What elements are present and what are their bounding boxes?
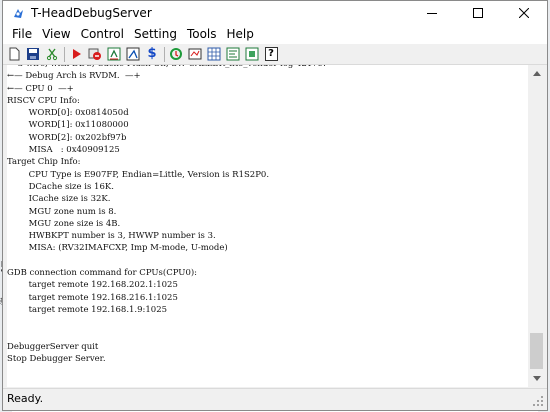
help-button[interactable]: ? (263, 46, 279, 62)
toggle-icon (188, 48, 202, 60)
scissors-icon (46, 48, 58, 61)
refresh-button[interactable] (168, 46, 184, 62)
new-file-icon (9, 47, 20, 61)
grid-button[interactable] (206, 46, 222, 62)
help-icon: ? (264, 47, 278, 61)
console-line: target remote 192.168.216.1:1025 (7, 292, 178, 303)
maximize-icon (473, 8, 483, 18)
menu-bar: File View Control Setting Tools Help (3, 25, 547, 44)
console-line: target remote 192.168.1.9:1025 (7, 304, 168, 315)
toolbar-separator (164, 46, 165, 62)
minimize-icon (427, 13, 437, 14)
console-line: target remote 192.168.202.1:1025 (7, 280, 178, 291)
console-line: WORD[2]: 0x202bf97b (7, 132, 127, 143)
console-line: Stop Debugger Server. (7, 354, 106, 365)
step-button[interactable] (106, 46, 122, 62)
console-line: DebuggerServer quit (7, 341, 99, 352)
close-icon (519, 8, 529, 18)
menu-file[interactable]: File (7, 25, 37, 44)
chip-icon (245, 47, 259, 61)
toggle-button[interactable] (187, 46, 203, 62)
menu-view[interactable]: View (37, 25, 75, 44)
download-icon (126, 47, 140, 61)
console-line: MGU zone size is 4B. (7, 218, 121, 229)
close-button[interactable] (501, 1, 547, 25)
scroll-down-button[interactable] (528, 370, 545, 387)
download-button[interactable] (125, 46, 141, 62)
resize-grip-icon[interactable] (533, 396, 544, 407)
console-line: ←— CPU 0 —+ (7, 83, 74, 94)
console-line: GDB connection command for CPUs(CPU0): (7, 268, 198, 279)
chevron-down-icon (532, 376, 541, 381)
cut-button[interactable] (44, 46, 60, 62)
console-line: CPU Type is E907FP, Endian=Little, Versi… (7, 169, 270, 180)
reset-icon (88, 48, 101, 60)
run-button[interactable] (68, 46, 84, 62)
trace-icon (226, 47, 240, 61)
app-window: T-HeadDebugServer File View Control Sett… (2, 0, 548, 411)
menu-control[interactable]: Control (76, 25, 129, 44)
minimize-button[interactable] (409, 1, 455, 25)
run-icon (73, 49, 81, 59)
console-line: MISA : 0x40909125 (7, 145, 120, 156)
menu-tools[interactable]: Tools (182, 25, 222, 44)
console-line: WORD[1]: 0x11080000 (7, 120, 129, 131)
console-line: WORD[0]: 0x0814050d (7, 108, 129, 119)
console-line: Target Chip Info: (7, 157, 81, 168)
scroll-up-button[interactable] (528, 65, 545, 82)
console-line: MISA: (RV32IMAFCXP, Imp M-mode, U-mode) (7, 243, 228, 254)
console-line: HWBKPT number is 3, HWWP number is 3. (7, 231, 216, 242)
status-text: Ready. (7, 392, 44, 405)
toolbar: $ ? (3, 44, 547, 65)
menu-setting[interactable]: Setting (129, 25, 182, 44)
console-line: ICache size is 32K. (7, 194, 111, 205)
toolbar-separator (64, 46, 65, 62)
scroll-thumb[interactable] (530, 333, 543, 369)
console-line: DCache size is 16K. (7, 181, 114, 192)
chip-button[interactable] (244, 46, 260, 62)
save-icon (27, 48, 39, 60)
dollar-icon: $ (147, 46, 157, 61)
chevron-up-icon (532, 71, 541, 76)
save-button[interactable] (25, 46, 41, 62)
app-icon (11, 6, 25, 20)
step-icon (107, 47, 121, 61)
window-title: T-HeadDebugServer (31, 6, 152, 20)
reset-button[interactable] (87, 46, 103, 62)
vertical-scrollbar[interactable] (528, 65, 545, 387)
title-bar[interactable]: T-HeadDebugServer (3, 1, 547, 25)
console-line: ←— Debug Arch is RVDM. —+ (7, 71, 141, 82)
console-line: RISCV CPU Info: (7, 95, 80, 106)
status-bar: Ready. (3, 388, 547, 410)
console-output[interactable]: 3 wire, with DDC, Cache Flush On, SW CAL… (7, 65, 528, 387)
new-file-button[interactable] (6, 46, 22, 62)
maximize-button[interactable] (455, 1, 501, 25)
console-line: MGU zone num is 8. (7, 206, 117, 217)
trace-button[interactable] (225, 46, 241, 62)
dollar-button[interactable]: $ (144, 46, 160, 62)
refresh-icon (170, 48, 182, 60)
menu-help[interactable]: Help (222, 25, 259, 44)
grid-icon (207, 47, 221, 61)
